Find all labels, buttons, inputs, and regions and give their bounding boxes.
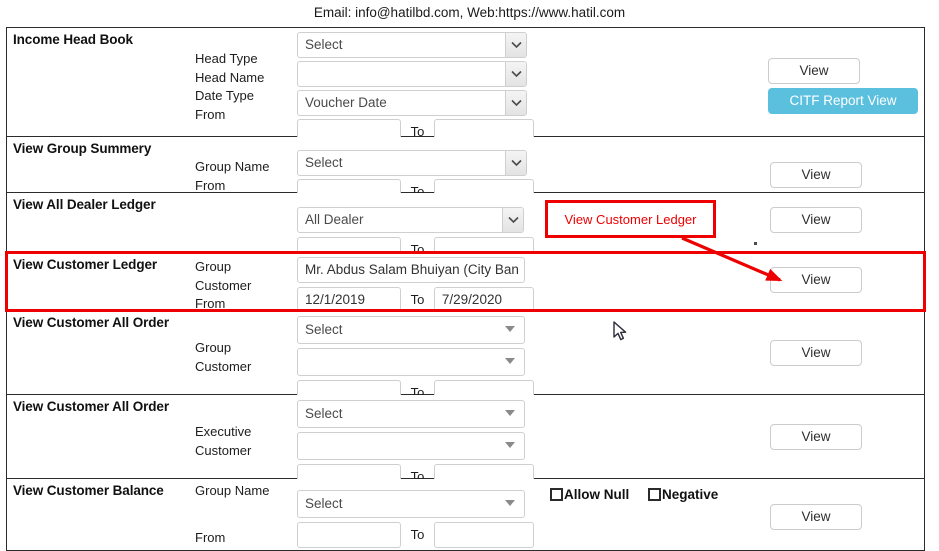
customer-select[interactable] [297, 348, 525, 376]
field-label-date-type: Date Type [195, 88, 255, 103]
view-button[interactable]: View [770, 424, 862, 450]
field-label-customer: Customer [195, 358, 252, 374]
dealer-select[interactable]: All Dealer [297, 207, 524, 233]
field-label-customer: Customer [195, 277, 252, 293]
to-label: To [410, 527, 425, 542]
table-row-view-customer-balance: View Customer Balance Group Name From Se… [7, 479, 924, 551]
field-label-group: Group [195, 259, 232, 274]
date-type-select[interactable]: Voucher Date [297, 90, 527, 116]
caret-down-icon[interactable] [505, 500, 515, 506]
group-name-select[interactable]: Select [297, 150, 527, 176]
group-name-select[interactable]: Select [297, 490, 525, 518]
row-title: View All Dealer Ledger [13, 197, 156, 212]
field-label-from: From [195, 106, 226, 122]
view-button[interactable]: View [770, 162, 862, 188]
chevron-down-icon[interactable] [505, 33, 526, 57]
allow-null-checkbox[interactable]: Allow Null [550, 487, 629, 502]
caret-down-icon[interactable] [505, 410, 515, 416]
contact-line: Email: info@hatilbd.com, Web:https://www… [313, 5, 626, 20]
group-select[interactable]: Select [297, 316, 525, 344]
customer-select[interactable] [297, 432, 525, 460]
chevron-down-icon[interactable] [505, 62, 526, 86]
row-title: View Group Summery [13, 141, 152, 156]
field-labels: Executive Customer [195, 423, 251, 460]
view-button[interactable]: View [770, 340, 862, 366]
annotation-callout-label: View Customer Ledger [564, 212, 697, 227]
date-type-select-value: Voucher Date [305, 95, 387, 110]
table-row-income-head-book: Income Head Book Head Type Head Name Dat… [7, 28, 924, 145]
annotation-callout-view-customer-ledger: View Customer Ledger [545, 200, 716, 238]
executive-select[interactable]: Select [297, 400, 525, 428]
caret-down-icon[interactable] [505, 326, 515, 332]
field-label-group: Group [195, 340, 232, 355]
field-labels: Group Customer [195, 339, 251, 376]
field-labels: Head Type Head Name Date Type From [195, 50, 264, 124]
group-name-select-value: Select [305, 155, 343, 170]
field-labels: Group Name From [195, 158, 269, 195]
row-title: View Customer Balance [13, 483, 164, 498]
citf-report-view-button[interactable]: CITF Report View [768, 88, 918, 114]
negative-label: Negative [662, 487, 719, 502]
chevron-down-icon[interactable] [505, 151, 526, 175]
field-label-group-name: Group Name [195, 159, 270, 174]
field-label-from: From [195, 530, 226, 545]
field-label-group-name: Group Name [195, 483, 270, 498]
table-row-view-customer-all-order-executive: View Customer All Order Executive Custom… [7, 395, 924, 490]
field-label-executive: Executive [195, 424, 252, 439]
table-row-view-customer-ledger: View Customer Ledger Group Customer From… [7, 253, 924, 314]
group-name-select-value: Select [305, 496, 343, 511]
head-type-select-value: Select [305, 37, 343, 52]
executive-select-value: Select [305, 406, 343, 421]
field-labels: Group Customer From [195, 258, 251, 314]
table-row-view-customer-all-order-group: View Customer All Order Group Customer S… [7, 311, 924, 406]
date-from-input[interactable]: 12/1/2019 [297, 287, 401, 313]
stray-dot-mark [754, 242, 757, 245]
chevron-down-icon[interactable] [505, 91, 526, 115]
group-select-value: Select [305, 322, 343, 337]
chevron-down-icon[interactable] [502, 208, 523, 232]
negative-checkbox[interactable]: Negative [648, 487, 718, 502]
row-title: View Customer Ledger [13, 257, 158, 272]
date-from-input[interactable] [297, 522, 401, 548]
date-to-input[interactable]: 7/29/2020 [433, 287, 534, 313]
head-type-select[interactable]: Select [297, 32, 527, 58]
checkbox-box-icon[interactable] [550, 488, 563, 501]
dealer-select-value: All Dealer [305, 212, 364, 227]
view-button[interactable]: View [770, 504, 862, 530]
view-button[interactable]: View [770, 207, 862, 233]
caret-down-icon[interactable] [505, 442, 515, 448]
head-name-select[interactable] [297, 61, 527, 87]
field-label-head-type: Head Type [195, 51, 258, 66]
field-label-customer: Customer [195, 442, 252, 458]
date-to-input[interactable] [433, 522, 534, 548]
page-contact-header: Email: info@hatilbd.com, Web:https://www… [0, 0, 939, 25]
view-button[interactable]: View [770, 267, 862, 293]
view-button[interactable]: View [768, 58, 860, 84]
row-title: View Customer All Order [13, 399, 169, 414]
field-label-head-name: Head Name [195, 69, 265, 85]
caret-down-icon[interactable] [505, 358, 515, 364]
customer-name-input[interactable]: Mr. Abdus Salam Bhuiyan (City Ban [297, 257, 525, 283]
report-options-table: Income Head Book Head Type Head Name Dat… [6, 27, 925, 551]
table-row-view-group-summery: View Group Summery Group Name From Selec… [7, 137, 924, 205]
row-title: View Customer All Order [13, 315, 169, 330]
table-row-view-all-dealer-ledger: View All Dealer Ledger All Dealer To Vie… [7, 193, 924, 263]
to-label: To [410, 292, 425, 307]
row-title: Income Head Book [13, 32, 133, 47]
allow-null-label: Allow Null [564, 487, 630, 502]
checkbox-box-icon[interactable] [648, 488, 661, 501]
